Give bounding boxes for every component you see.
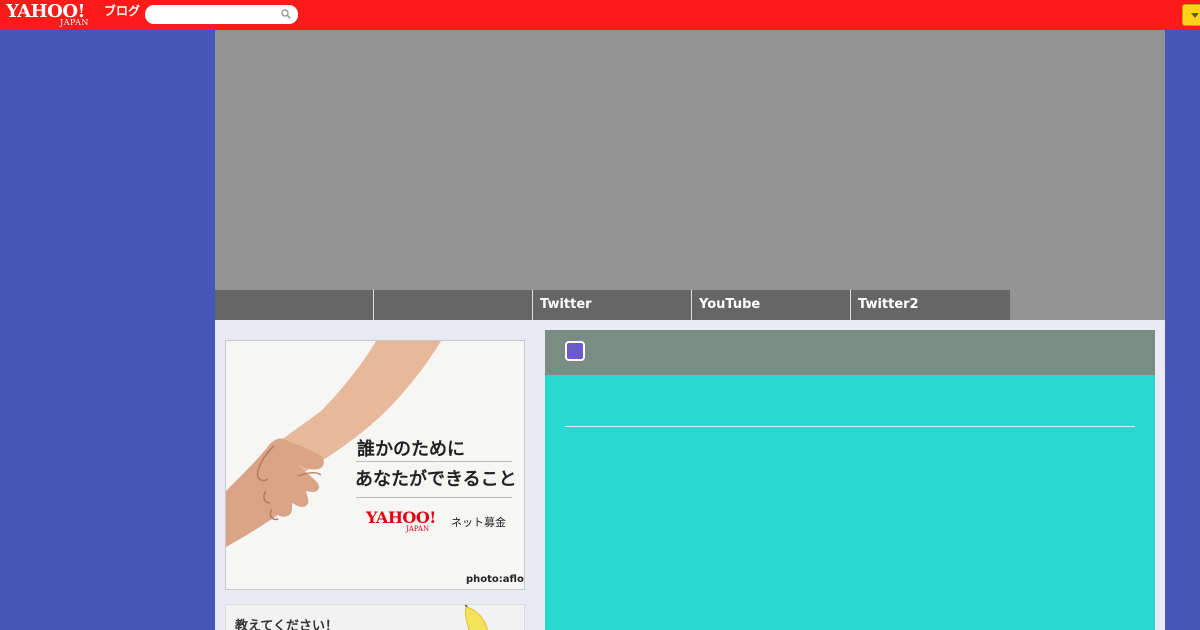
search-input[interactable]	[145, 5, 298, 24]
account-menu-button[interactable]	[1182, 4, 1200, 26]
article-header	[545, 330, 1155, 375]
question-banner[interactable]: 教えてください！	[225, 604, 525, 630]
nav-item-twitter[interactable]: Twitter	[533, 290, 692, 320]
nav-item-1[interactable]	[215, 290, 374, 320]
banner-yahoo-logo-sub: JAPAN	[406, 525, 430, 533]
blog-header-image	[215, 30, 1165, 320]
yahoo-blog-logo[interactable]: YAHOO! JAPAN ブログ	[6, 2, 142, 28]
article-divider	[565, 426, 1135, 427]
nav-item-2[interactable]	[374, 290, 533, 320]
question-banner-label: 教えてください！	[235, 619, 338, 630]
nav-item-twitter2[interactable]: Twitter2	[851, 290, 1010, 320]
logo-service-name: ブログ	[104, 4, 141, 18]
top-bar: YAHOO! JAPAN ブログ	[0, 0, 1200, 30]
logo-subtext: JAPAN	[60, 18, 89, 27]
banner-headline-1: 誰かのために	[357, 439, 465, 460]
donation-banner[interactable]: 誰かのために あなたができること YAHOO! JAPAN ネット募金 phot…	[225, 340, 525, 590]
article-panel	[545, 330, 1155, 630]
nav-item-youtube[interactable]: YouTube	[692, 290, 851, 320]
banner-service: ネット募金	[451, 516, 506, 529]
banner-headline-2: あなたができること	[355, 469, 517, 490]
blog-nav: Twitter YouTube Twitter2	[215, 290, 1010, 320]
blog-main: Twitter YouTube Twitter2 誰かのために あなたができるこ…	[215, 30, 1165, 630]
lightbulb-icon	[464, 605, 488, 630]
search-icon[interactable]	[281, 9, 291, 19]
photo-credit: photo:aflo	[466, 574, 524, 585]
banner-divider	[356, 461, 512, 462]
banner-divider	[356, 497, 512, 498]
chevron-down-icon	[1191, 13, 1199, 18]
article-icon[interactable]	[565, 341, 585, 361]
